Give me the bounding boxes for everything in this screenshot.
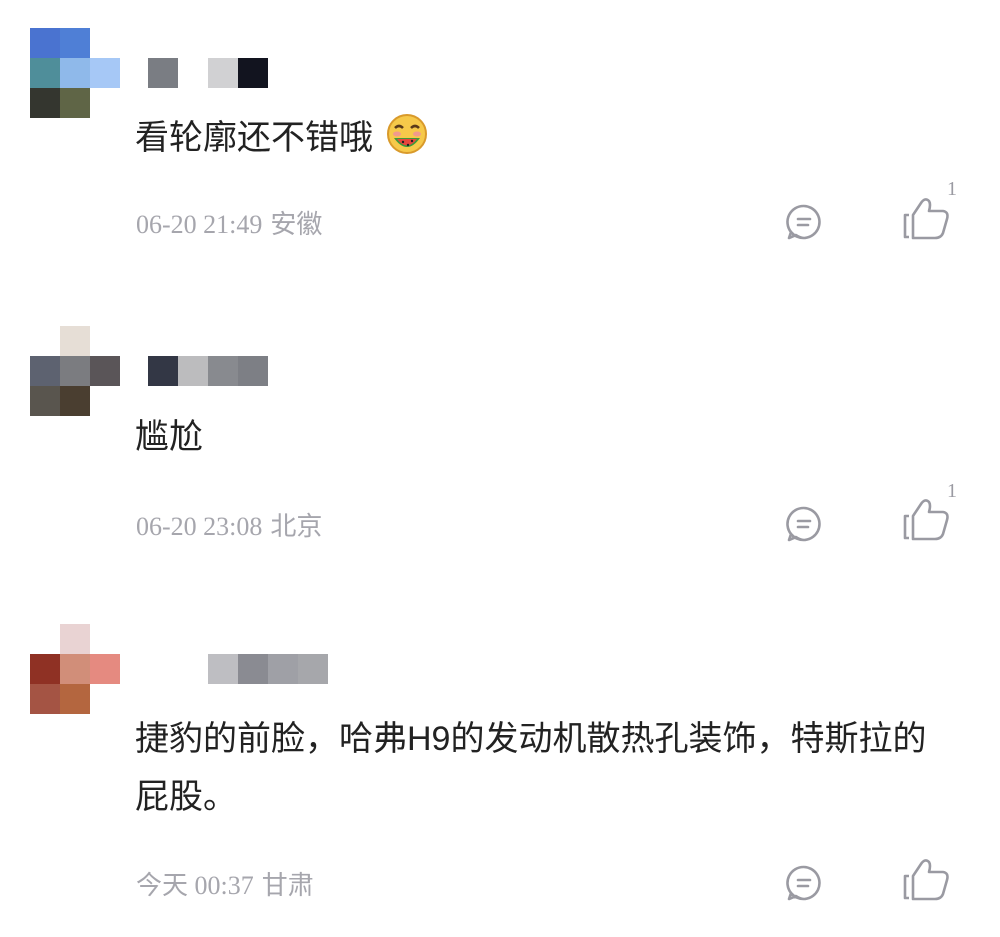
avatar[interactable]	[30, 624, 120, 714]
like-button[interactable]	[901, 854, 955, 904]
comment-text-content: 捷豹的前脸，哈弗H9的发动机散热孔装饰，特斯拉的屁股。	[135, 720, 927, 816]
comment-icon	[786, 865, 821, 901]
reply-button[interactable]	[784, 863, 824, 903]
comment-location: 甘肃	[261, 871, 314, 900]
comment-meta: 今天 00:37 甘肃	[136, 865, 322, 902]
comment-text: 捷豹的前脸，哈弗H9的发动机散热孔装饰，特斯拉的屁股。	[135, 710, 950, 826]
comment-time: 今天 00:37	[136, 871, 254, 900]
username[interactable]	[148, 654, 328, 684]
comment-item: 捷豹的前脸，哈弗H9的发动机散热孔装饰，特斯拉的屁股。 今天 00:37 甘肃	[0, 0, 1000, 937]
thumbs-up-icon	[903, 859, 949, 901]
